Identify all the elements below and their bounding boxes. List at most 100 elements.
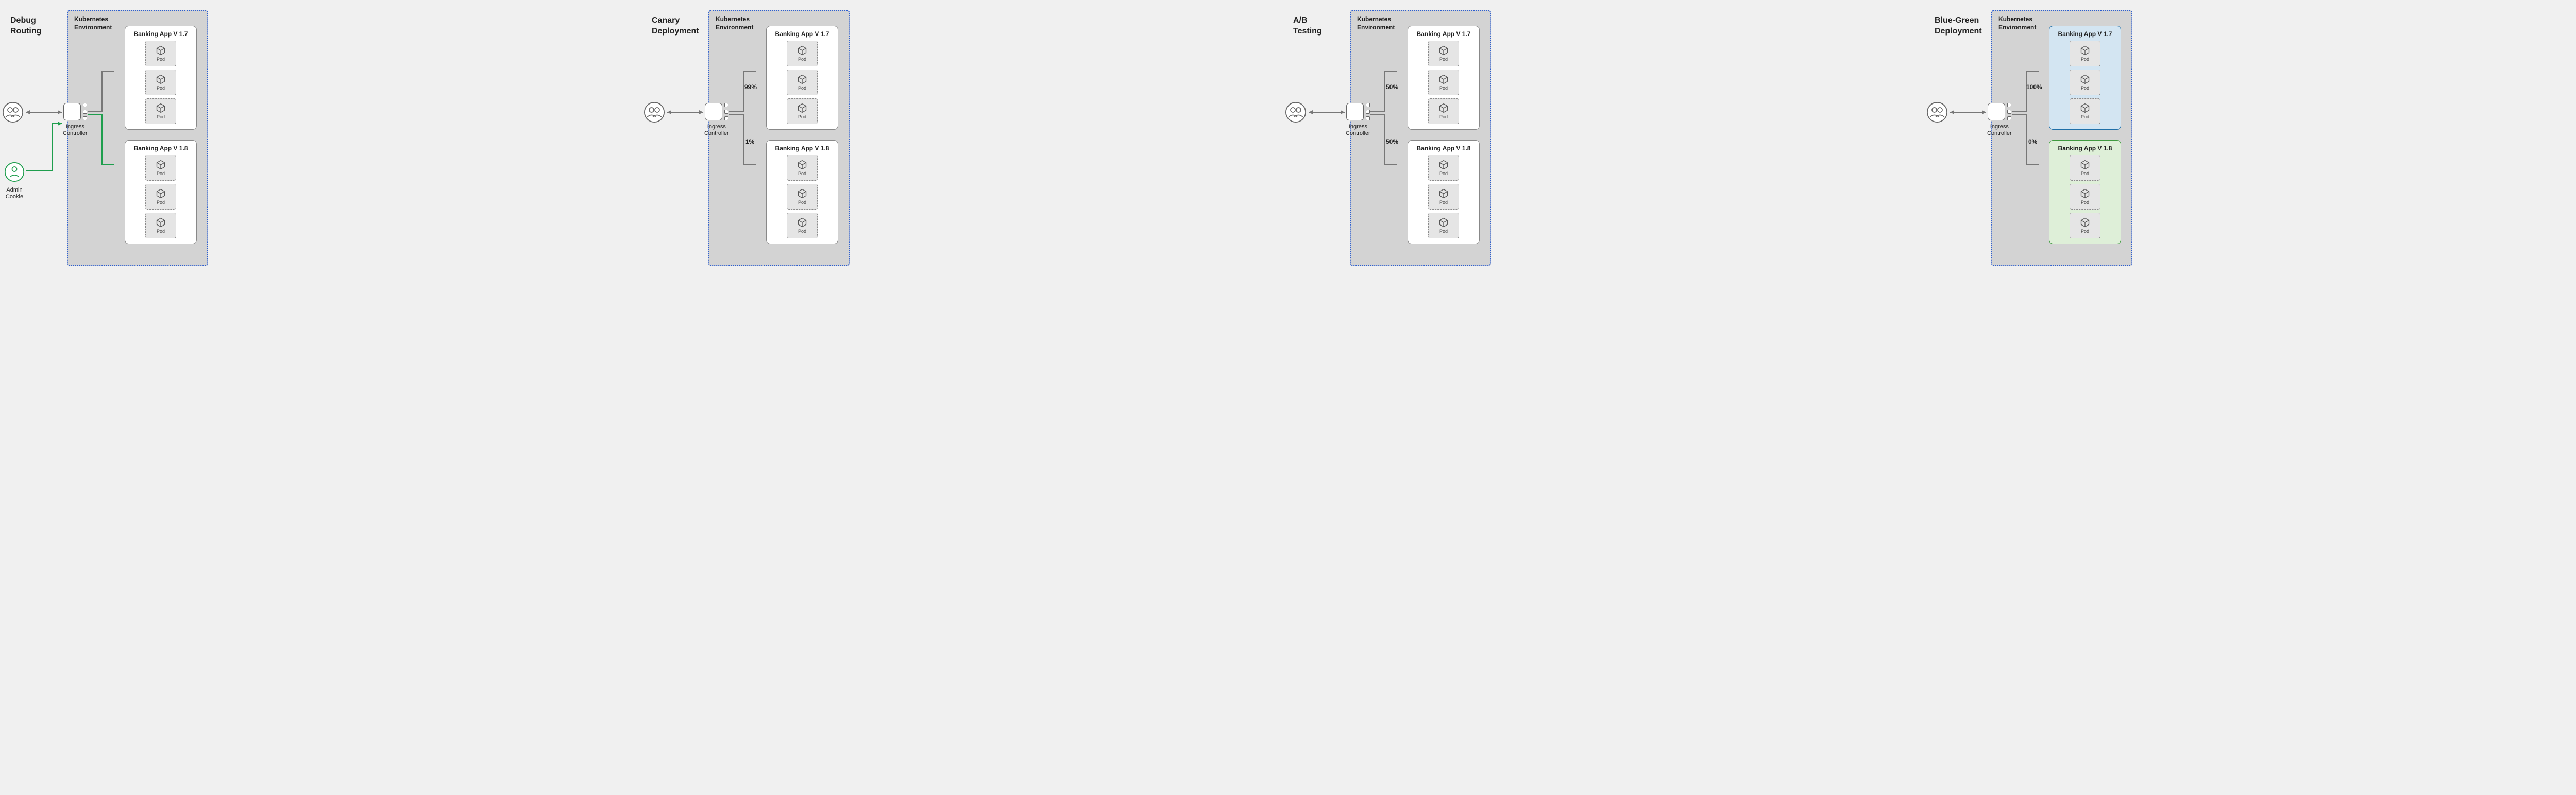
diagram: KubernetesEnvironment Banking App V 1.7 … xyxy=(1350,10,1491,266)
pod-label: Pod xyxy=(157,114,165,119)
cube-icon xyxy=(1438,217,1449,228)
admin-icon: AdminCookie xyxy=(4,162,25,200)
diagram: KubernetesEnvironment Banking App V 1.7 … xyxy=(67,10,208,266)
pod: Pod xyxy=(1428,213,1459,238)
traffic-percent-bottom: 0% xyxy=(2028,138,2037,145)
pod: Pod xyxy=(2070,98,2100,124)
cube-icon xyxy=(156,217,166,228)
kubernetes-environment: KubernetesEnvironment Banking App V 1.7 … xyxy=(708,10,850,266)
pod: Pod xyxy=(1428,41,1459,66)
app-group-v17: Banking App V 1.7 Pod Pod Pod xyxy=(766,26,838,130)
connector-lines xyxy=(1284,11,1397,265)
traffic-percent-top: 50% xyxy=(1386,83,1398,91)
app-title: Banking App V 1.8 xyxy=(2058,145,2112,152)
app-group-v17: Banking App V 1.7 Pod Pod Pod xyxy=(1408,26,1480,130)
scenario-blue-green: Blue-GreenDeployment KubernetesEnvironme… xyxy=(1935,10,2566,266)
scenario-title: A/BTesting xyxy=(1293,10,1345,37)
ingress-label: IngressController xyxy=(63,124,88,137)
cube-icon xyxy=(156,74,166,84)
cube-icon xyxy=(156,188,166,199)
left-actors: IngressController 99% 1% xyxy=(642,11,756,265)
connector-lines xyxy=(642,11,756,265)
pod-label: Pod xyxy=(798,57,806,62)
pod: Pod xyxy=(787,70,818,95)
app-title: Banking App V 1.8 xyxy=(134,145,188,152)
pod: Pod xyxy=(1428,98,1459,124)
pod: Pod xyxy=(145,98,176,124)
scenario-title: DebugRouting xyxy=(10,10,62,37)
pod: Pod xyxy=(2070,41,2100,66)
kubernetes-environment: KubernetesEnvironment Banking App V 1.7 … xyxy=(1991,10,2132,266)
pod-label: Pod xyxy=(1439,200,1448,205)
pod: Pod xyxy=(145,213,176,238)
app-title: Banking App V 1.8 xyxy=(775,145,829,152)
pod: Pod xyxy=(787,41,818,66)
ingress-controller: IngressController xyxy=(704,103,729,137)
scenario-title: Blue-GreenDeployment xyxy=(1935,10,1986,37)
cube-icon xyxy=(1438,188,1449,199)
pod-label: Pod xyxy=(157,229,165,234)
cube-icon xyxy=(797,160,807,170)
env-label: KubernetesEnvironment xyxy=(74,15,112,31)
scenario-debug-routing: DebugRouting KubernetesEnvironment Banki… xyxy=(10,10,641,266)
env-label: KubernetesEnvironment xyxy=(716,15,753,31)
cube-icon xyxy=(2080,45,2090,56)
pod-label: Pod xyxy=(1439,114,1448,119)
pod-label: Pod xyxy=(1439,57,1448,62)
pod: Pod xyxy=(145,70,176,95)
traffic-percent-top: 99% xyxy=(744,83,757,91)
pod: Pod xyxy=(2070,184,2100,210)
cube-icon xyxy=(797,103,807,113)
cube-icon xyxy=(2080,160,2090,170)
env-label: KubernetesEnvironment xyxy=(1998,15,2036,31)
left-actors: IngressController 100% 0% xyxy=(1925,11,2039,265)
cube-icon xyxy=(2080,103,2090,113)
pod-label: Pod xyxy=(798,85,806,91)
pod-label: Pod xyxy=(2081,229,2089,234)
pod: Pod xyxy=(1428,155,1459,181)
app-group-v18: Banking App V 1.8 Pod Pod Pod xyxy=(1408,140,1480,244)
app-title: Banking App V 1.8 xyxy=(1417,145,1471,152)
pod-label: Pod xyxy=(1439,171,1448,176)
ingress-controller: IngressController xyxy=(63,103,88,137)
pod: Pod xyxy=(1428,184,1459,210)
users-icon xyxy=(1284,102,1308,123)
cube-icon xyxy=(156,103,166,113)
kubernetes-environment: KubernetesEnvironment Banking App V 1.7 … xyxy=(1350,10,1491,266)
cube-icon xyxy=(1438,160,1449,170)
pod-label: Pod xyxy=(798,114,806,119)
pod: Pod xyxy=(1428,70,1459,95)
pod-label: Pod xyxy=(157,85,165,91)
traffic-percent-bottom: 50% xyxy=(1386,138,1398,145)
ingress-icon xyxy=(63,103,87,122)
ingress-label: IngressController xyxy=(1346,124,1370,137)
pod-label: Pod xyxy=(798,200,806,205)
pod: Pod xyxy=(787,184,818,210)
pod-label: Pod xyxy=(2081,57,2089,62)
ingress-controller: IngressController xyxy=(1987,103,2012,137)
ingress-label: IngressController xyxy=(1987,124,2012,137)
pod: Pod xyxy=(2070,213,2100,238)
cube-icon xyxy=(2080,217,2090,228)
env-label: KubernetesEnvironment xyxy=(1357,15,1395,31)
scenario-canary: CanaryDeployment KubernetesEnvironment B… xyxy=(652,10,1283,266)
scenario-ab-testing: A/BTesting KubernetesEnvironment Banking… xyxy=(1293,10,1924,266)
users-icon xyxy=(642,102,666,123)
cube-icon xyxy=(797,217,807,228)
traffic-percent-top: 100% xyxy=(2026,83,2042,91)
ingress-icon xyxy=(1988,103,2011,122)
ingress-label: IngressController xyxy=(704,124,729,137)
app-group-v18-green: Banking App V 1.8 Pod Pod Pod xyxy=(2049,140,2121,244)
left-actors: IngressController 50% 50% xyxy=(1284,11,1397,265)
app-title: Banking App V 1.7 xyxy=(134,30,188,38)
cube-icon xyxy=(156,45,166,56)
pod-label: Pod xyxy=(1439,85,1448,91)
app-title: Banking App V 1.7 xyxy=(775,30,829,38)
pod: Pod xyxy=(2070,70,2100,95)
app-group-v18: Banking App V 1.8 Pod Pod Pod xyxy=(766,140,838,244)
pod: Pod xyxy=(2070,155,2100,181)
ingress-icon xyxy=(705,103,728,122)
pod: Pod xyxy=(787,213,818,238)
cube-icon xyxy=(156,160,166,170)
pod: Pod xyxy=(145,41,176,66)
